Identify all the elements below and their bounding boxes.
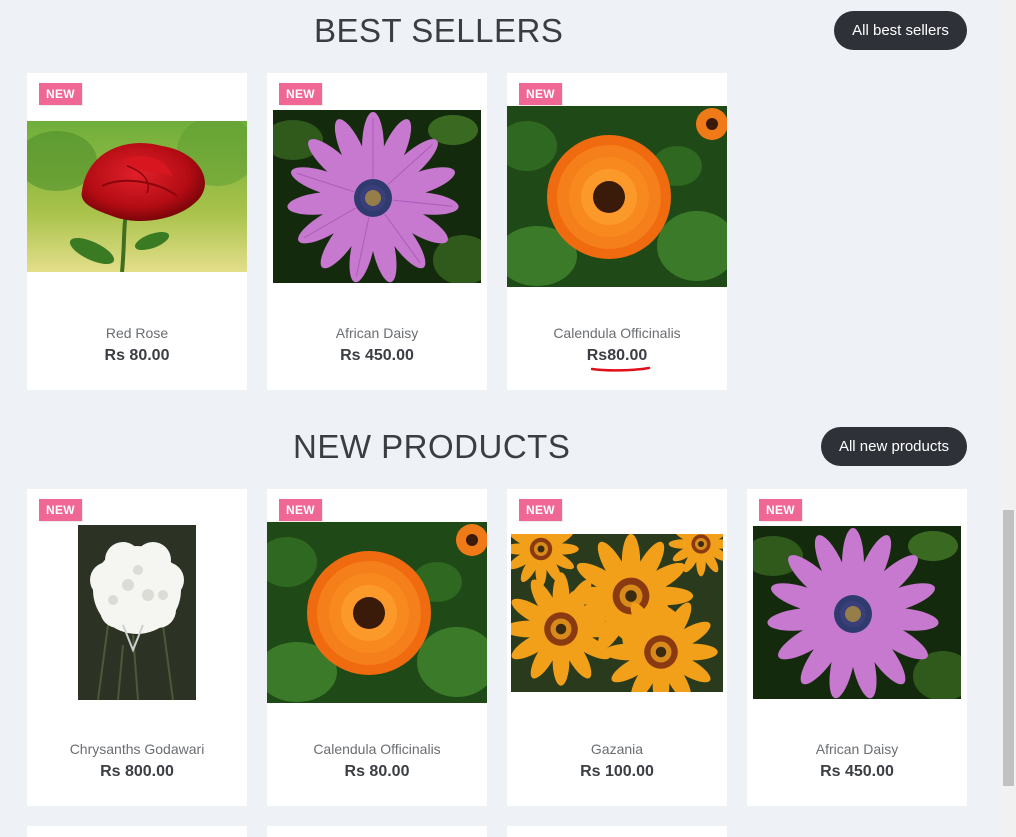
new-badge: NEW [759, 499, 802, 521]
product-name[interactable]: Calendula Officinalis [267, 741, 487, 757]
product-image-african-daisy[interactable] [273, 110, 481, 283]
product-card-gazania[interactable]: NEW Gazania Rs 100.00 [507, 489, 727, 806]
product-name[interactable]: African Daisy [267, 325, 487, 341]
new-badge: NEW [39, 83, 82, 105]
product-image-red-rose[interactable] [27, 121, 247, 272]
product-name[interactable]: Red Rose [27, 325, 247, 341]
product-price: Rs 100.00 [580, 763, 654, 780]
new-badge: NEW [519, 499, 562, 521]
product-image-calendula-officinalis[interactable] [267, 522, 487, 703]
new-products-title: NEW PRODUCTS [293, 428, 571, 465]
product-card-red-rose[interactable]: NEW Red Rose Rs 80.00 [27, 73, 247, 390]
product-card-partial[interactable] [507, 826, 727, 837]
vertical-scrollbar[interactable] [1001, 0, 1016, 837]
product-image-gazania[interactable] [511, 534, 723, 692]
new-badge: NEW [279, 83, 322, 105]
new-badge: NEW [39, 499, 82, 521]
product-card-calendula-officinalis[interactable]: NEW Calendula Officinalis Rs 80.00 [267, 489, 487, 806]
all-new-products-button[interactable]: All new products [821, 427, 967, 466]
product-price: Rs80.00 [586, 347, 648, 364]
new-badge: NEW [279, 499, 322, 521]
product-image-chrysanths-godawari[interactable] [78, 525, 196, 700]
product-card-partial[interactable] [267, 826, 487, 837]
best-sellers-title: BEST SELLERS [314, 12, 564, 49]
product-price: Rs 450.00 [340, 347, 414, 364]
product-card-african-daisy[interactable]: NEW African Daisy Rs 450.00 [267, 73, 487, 390]
product-image-calendula-officinalis[interactable] [507, 106, 727, 287]
product-price: Rs 80.00 [104, 347, 170, 364]
product-name[interactable]: African Daisy [747, 741, 967, 757]
product-card-african-daisy[interactable]: NEW African Daisy Rs 450.00 [747, 489, 967, 806]
product-price: Rs 800.00 [100, 763, 174, 780]
product-name[interactable]: Calendula Officinalis [507, 325, 727, 341]
product-card-partial[interactable] [27, 826, 247, 837]
product-card-calendula-officinalis[interactable]: NEW Calendula Officinalis Rs80.00 [507, 73, 727, 390]
all-best-sellers-button[interactable]: All best sellers [834, 11, 967, 50]
product-price: Rs 80.00 [344, 763, 410, 780]
product-name[interactable]: Gazania [507, 741, 727, 757]
new-badge: NEW [519, 83, 562, 105]
product-price: Rs 450.00 [820, 763, 894, 780]
product-image-african-daisy[interactable] [753, 526, 961, 699]
red-underline-annotation [591, 366, 651, 372]
product-name[interactable]: Chrysanths Godawari [27, 741, 247, 757]
scrollbar-thumb[interactable] [1003, 510, 1014, 786]
product-card-chrysanths-godawari[interactable]: NEW Chrysanths Godawari Rs 800.00 [27, 489, 247, 806]
